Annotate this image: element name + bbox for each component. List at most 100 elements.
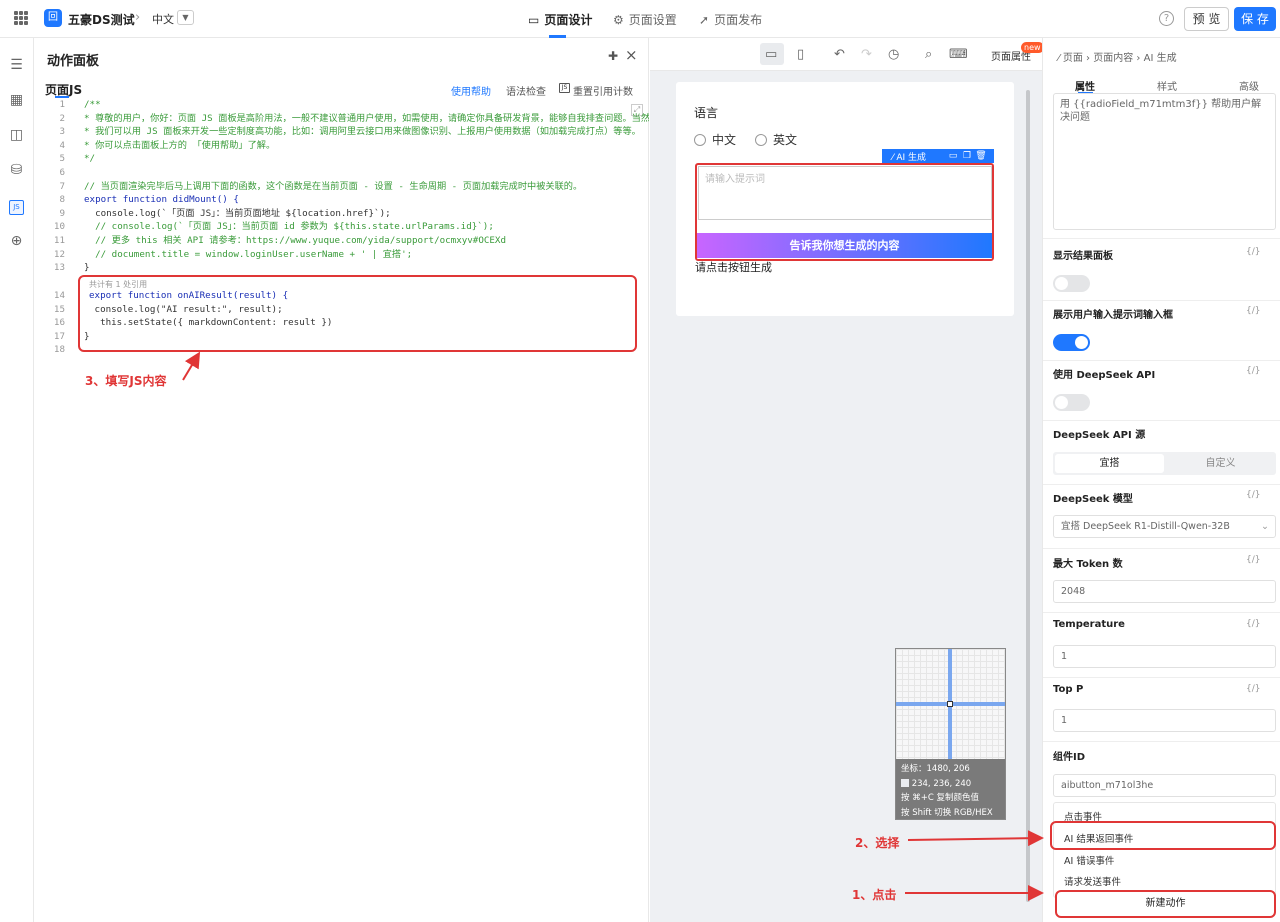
divider — [1043, 360, 1280, 361]
language-dropdown-button[interactable]: ▼ — [177, 10, 194, 25]
code-line[interactable]: * 你可以点击面板上方的 「使用帮助」了解。 — [84, 139, 275, 153]
language-label: 中文 — [152, 13, 174, 26]
event-dropdown-menu: 点击事件 AI 结果返回事件 AI 错误事件 请求发送事件 — [1053, 802, 1276, 898]
color-picker-overlay: 坐标：1480, 206 234, 236, 240 按 ⌘+C 复制颜色值 按… — [895, 648, 1006, 820]
breadcrumb-item[interactable]: 页面内容 — [1093, 53, 1133, 64]
datasource-icon[interactable]: ⛁ — [9, 163, 24, 178]
trash-icon[interactable]: 🗑 — [974, 151, 988, 161]
code-line[interactable]: */ — [84, 152, 95, 166]
code-line[interactable]: } — [84, 261, 90, 275]
breadcrumb-item[interactable]: 页面 — [1063, 53, 1083, 64]
menu-item-ai-error-event[interactable]: AI 错误事件 — [1064, 853, 1114, 867]
tab-page-publish[interactable]: ➚ 页面发布 — [699, 11, 762, 28]
segment-option-yida[interactable]: 宜搭 — [1055, 454, 1164, 473]
variable-binding-icon[interactable]: {/} — [1246, 306, 1260, 316]
tab-advanced[interactable]: 高级 — [1239, 78, 1259, 93]
apps-grid-icon[interactable] — [14, 11, 28, 25]
prompt-template-textarea[interactable]: 用 {{radioField_m71mtm3f}} 帮助用户解决问题 — [1053, 93, 1276, 230]
globe-icon[interactable]: ⊕ — [9, 234, 24, 249]
line-number: 10 — [53, 221, 65, 233]
temperature-input[interactable]: 1 — [1053, 645, 1276, 668]
line-number: 2 — [59, 112, 65, 124]
show-input-toggle[interactable] — [1053, 334, 1090, 351]
code-line[interactable]: // 当页面渲染完毕后马上调用下面的函数，这个函数是在当前页面 - 设置 - 生… — [84, 180, 582, 194]
tab-page-settings[interactable]: ⚙ 页面设置 — [613, 11, 677, 28]
field-label: 语言 — [694, 106, 719, 120]
variable-binding-icon[interactable]: {/} — [1246, 490, 1260, 500]
code-line[interactable]: // console.log(`「页面 JS」：当前页面 id 参数为 ${th… — [84, 220, 494, 234]
code-line[interactable]: * 我们可以用 JS 面板来开发一些定制度高功能，比如：调用阿里云接口用来做图像… — [84, 125, 641, 139]
search-icon[interactable]: ⌕ — [925, 47, 932, 62]
section-label: 使用 DeepSeek API — [1053, 370, 1156, 381]
new-action-button[interactable]: 新建动作 — [1055, 890, 1276, 918]
app-name[interactable]: 五豪DS测试 — [68, 11, 135, 28]
step2-annotation: 2、选择 — [855, 836, 900, 850]
line-number: 15 — [53, 303, 65, 315]
js-icon[interactable]: JS — [9, 200, 24, 215]
new-badge: new — [1021, 42, 1044, 53]
divider — [1043, 677, 1280, 678]
variable-binding-icon[interactable]: {/} — [1246, 366, 1260, 376]
keyboard-icon[interactable]: ⌨ — [949, 47, 968, 62]
lint-button[interactable]: 语法检查 — [506, 83, 546, 98]
variable-binding-icon[interactable]: {/} — [1246, 247, 1260, 257]
radio-option-en[interactable]: 英文 — [755, 131, 797, 148]
prompt-input[interactable]: 请输入提示词 — [698, 166, 992, 220]
mobile-icon[interactable]: ▯ — [797, 47, 804, 62]
code-line[interactable]: // 更多 this 相关 API 请参考：https://www.yuque.… — [84, 234, 506, 248]
menu-item-request-sent-event[interactable]: 请求发送事件 — [1064, 874, 1121, 888]
save-button[interactable]: 保 存 — [1234, 7, 1276, 31]
undo-icon[interactable]: ↶ — [834, 47, 845, 62]
copy-icon[interactable]: ❐ — [960, 151, 974, 161]
variable-binding-icon[interactable]: {/} — [1246, 619, 1260, 629]
top-p-input[interactable]: 1 — [1053, 709, 1276, 732]
component-id-input[interactable]: aibutton_m71ol3he — [1053, 774, 1276, 797]
preview-button[interactable]: 预 览 — [1184, 7, 1229, 31]
show-result-toggle[interactable] — [1053, 275, 1090, 292]
model-select[interactable]: 宜搭 DeepSeek R1-Distill-Qwen-32B ⌄ — [1053, 515, 1276, 538]
help-link[interactable]: 使用帮助 — [451, 83, 491, 98]
section-label: 显示结果面板 — [1053, 251, 1113, 262]
redo-icon[interactable]: ↷ — [861, 47, 872, 62]
ai-generate-tag[interactable]: ⁄ AI 生成 — [882, 150, 946, 163]
line-number: 5 — [59, 153, 65, 165]
code-line[interactable]: console.log(`「页面 JS」：当前页面地址 ${location.h… — [84, 207, 391, 221]
step3-annotation: 3、填写JS内容 — [85, 374, 167, 388]
radio-option-zh[interactable]: 中文 — [694, 131, 736, 148]
history-icon[interactable]: ◷ — [888, 47, 899, 62]
help-icon[interactable]: ? — [1159, 11, 1174, 26]
comment-icon[interactable]: ▭ — [946, 151, 960, 161]
max-token-input[interactable]: 2048 — [1053, 580, 1276, 603]
line-number: 9 — [59, 207, 65, 219]
layout-icon[interactable]: ◫ — [9, 128, 24, 143]
code-line[interactable]: /** — [84, 98, 101, 112]
section-label: Temperature — [1053, 619, 1125, 630]
radio-circle-icon — [694, 133, 706, 146]
segment-option-custom[interactable]: 自定义 — [1167, 454, 1274, 473]
code-line[interactable]: // document.title = window.loginUser.use… — [84, 248, 412, 262]
tab-page-design[interactable]: ▭ 页面设计 — [528, 11, 592, 28]
breadcrumb-item[interactable]: AI 生成 — [1144, 53, 1177, 64]
divider — [1043, 484, 1280, 485]
tab-style[interactable]: 样式 — [1157, 78, 1177, 93]
use-deepseek-toggle[interactable] — [1053, 394, 1090, 411]
tab-properties[interactable]: 属性 — [1075, 78, 1095, 93]
components-icon[interactable]: ▦ — [9, 93, 24, 108]
code-line[interactable]: export function didMount() { — [84, 193, 239, 207]
close-icon[interactable]: × — [625, 46, 638, 64]
send-icon: ➚ — [699, 12, 710, 27]
line-number: 12 — [53, 248, 65, 260]
variable-binding-icon[interactable]: {/} — [1246, 684, 1260, 694]
line-number: 4 — [59, 139, 65, 151]
divider — [1043, 548, 1280, 549]
variable-binding-icon[interactable]: {/} — [1246, 555, 1260, 565]
code-line[interactable]: * 尊敬的用户，你好：页面 JS 面板是高阶用法，一般不建议普通用户使用，如需使… — [84, 112, 649, 126]
line-number: 11 — [53, 235, 65, 246]
ai-generate-button[interactable]: 告诉我你想生成的内容 — [697, 233, 992, 258]
line-number: 14 — [53, 290, 65, 301]
reset-ref-count-button[interactable]: 重置引用计数 — [573, 83, 633, 98]
pin-icon[interactable]: ✚ — [608, 49, 618, 63]
outline-icon[interactable]: ☰ — [9, 58, 24, 73]
line-number: 8 — [59, 194, 65, 206]
canvas-scrollbar[interactable] — [1026, 90, 1030, 902]
